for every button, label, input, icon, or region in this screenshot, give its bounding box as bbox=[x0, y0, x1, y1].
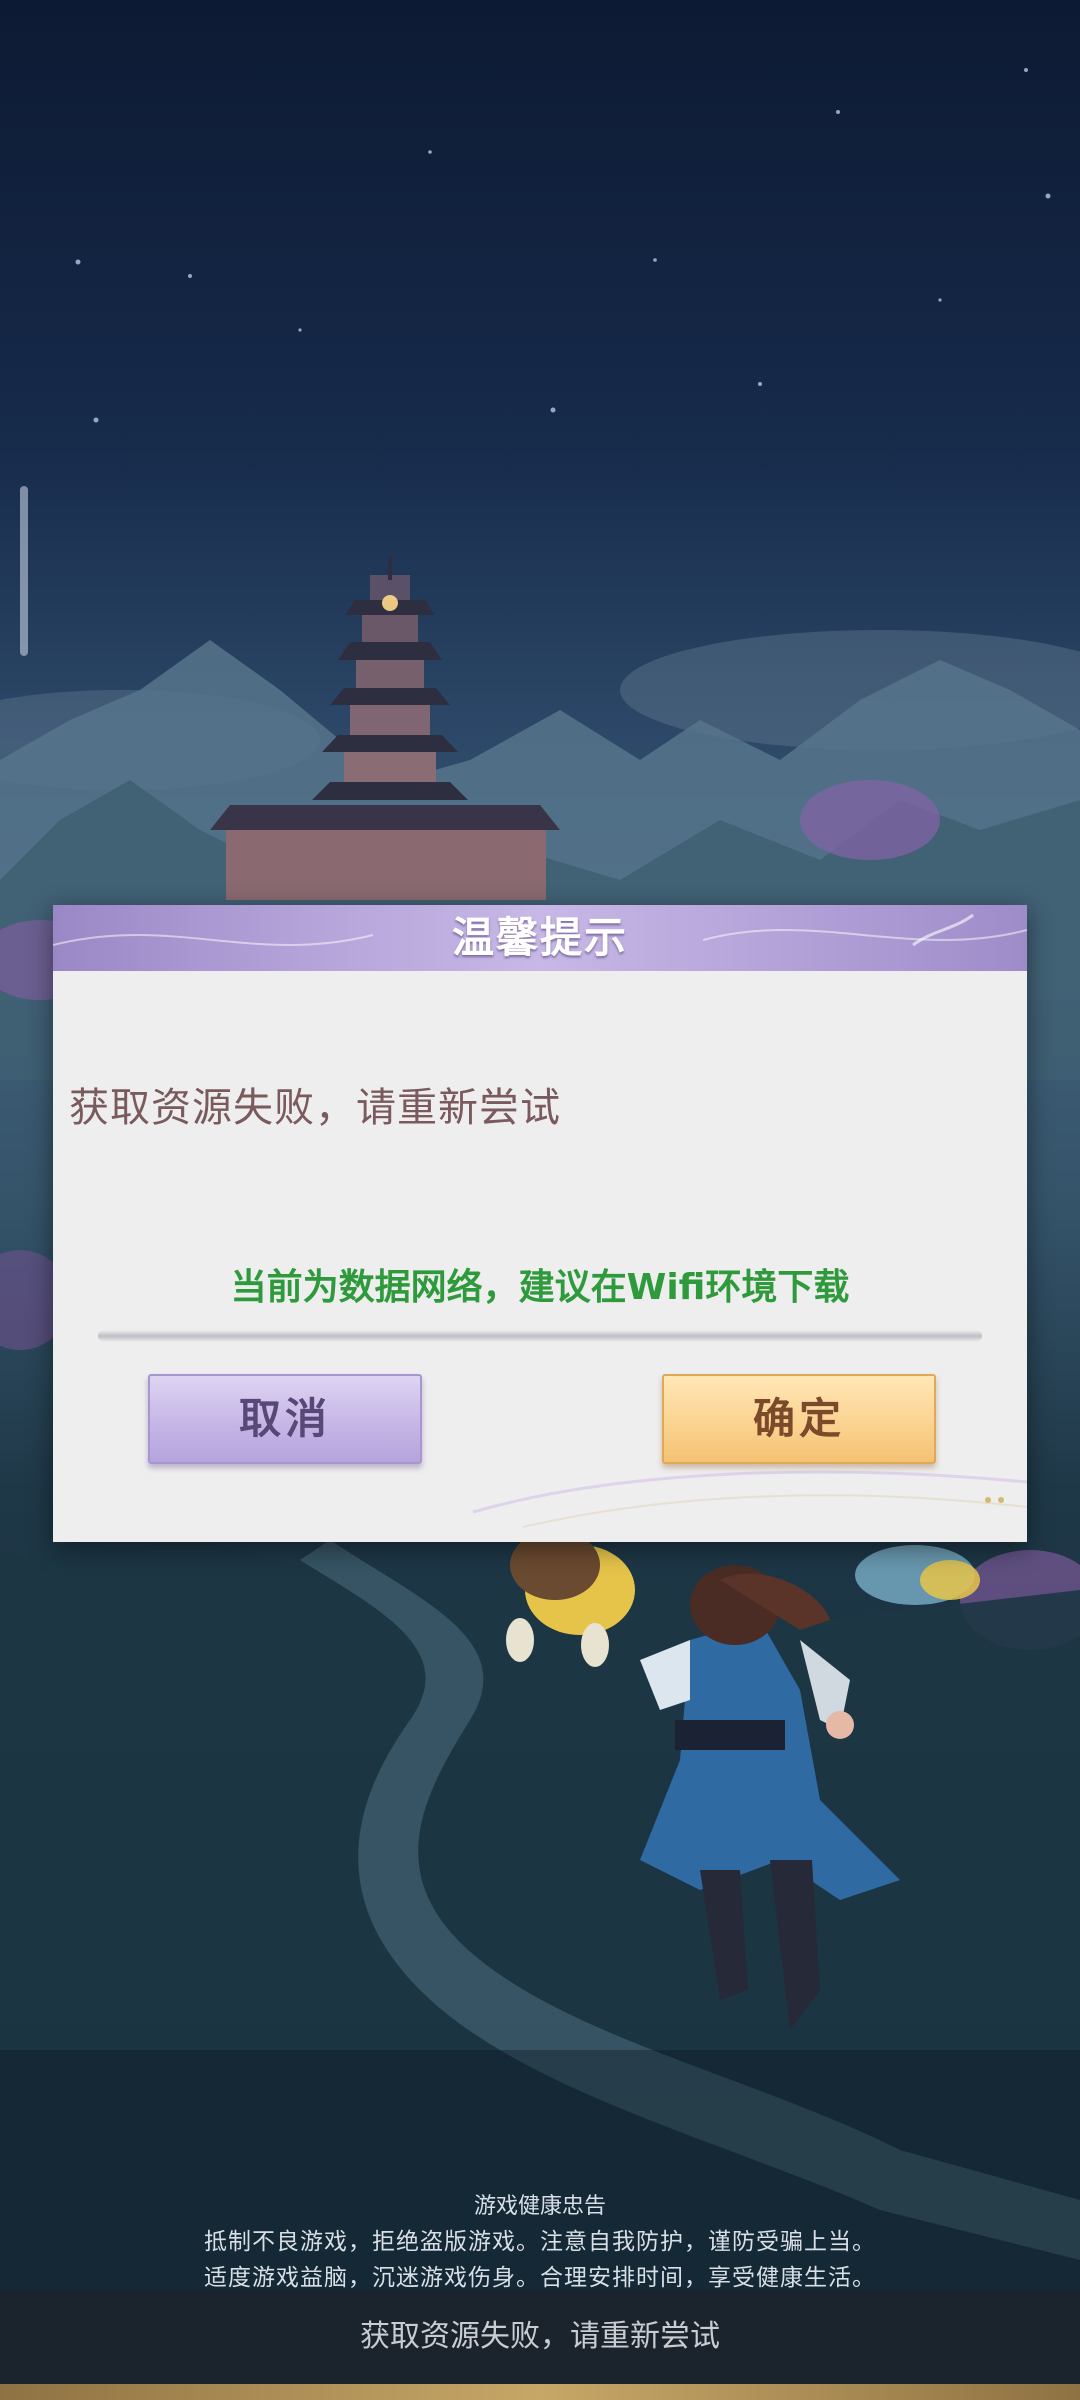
loading-status-text: 获取资源失败，请重新尝试 bbox=[360, 2319, 720, 2354]
health-notice-line: 抵制不良游戏，拒绝盗版游戏。注意自我防护，谨防受骗上当。 bbox=[204, 2229, 876, 2255]
stars bbox=[75, 68, 1051, 423]
game-screen: 温馨提示 获取资源失败，请重新尝试 当前为数据网络，建议在Wifi环境下载 取消… bbox=[0, 0, 1080, 2400]
dialog-title: 温馨提示 bbox=[451, 913, 628, 962]
companion-right bbox=[855, 1545, 980, 1605]
confirm-button[interactable]: 确定 bbox=[662, 1374, 936, 1464]
scroll-indicator[interactable] bbox=[20, 486, 28, 656]
dialog-footer-ornament bbox=[472, 1470, 1027, 1528]
cancel-button[interactable]: 取消 bbox=[148, 1374, 422, 1464]
network-hint: 当前为数据网络，建议在Wifi环境下载 bbox=[230, 1267, 850, 1308]
dialog-message: 获取资源失败，请重新尝试 bbox=[69, 1085, 561, 1131]
dialog-divider bbox=[98, 1330, 982, 1342]
health-notice-line: 适度游戏益脑，沉迷游戏伤身。合理安排时间，享受健康生活。 bbox=[204, 2265, 876, 2291]
health-notice-title: 游戏健康忠告 bbox=[473, 2194, 606, 2219]
progress-strip bbox=[0, 2384, 1080, 2400]
